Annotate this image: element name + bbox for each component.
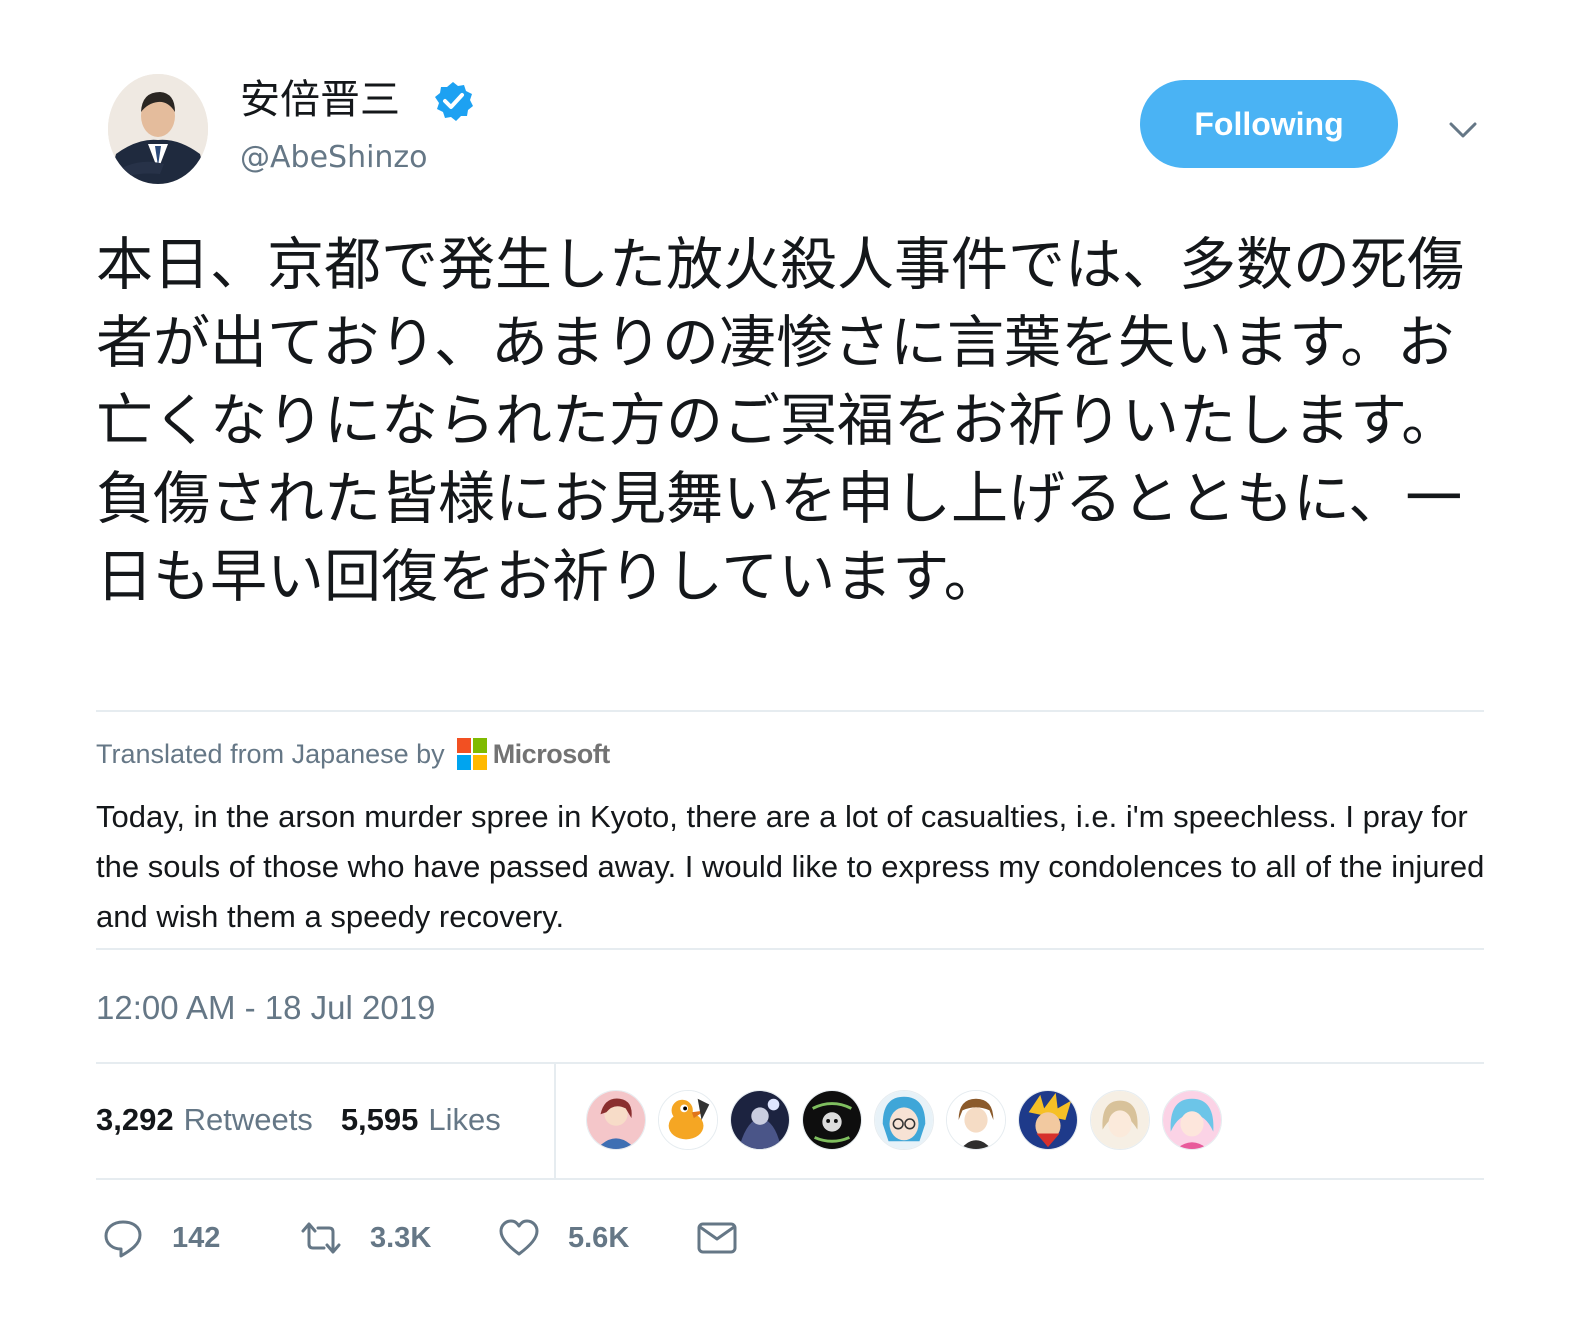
heart-icon — [499, 1219, 539, 1256]
retweets-count: 3,292 — [96, 1102, 174, 1137]
chevron-down-icon[interactable] — [1446, 112, 1480, 146]
retweet-icon — [301, 1222, 341, 1254]
reply-icon — [104, 1220, 142, 1258]
divider — [96, 948, 1484, 950]
liker-avatar[interactable] — [658, 1090, 718, 1150]
retweets-label: Retweets — [183, 1102, 313, 1137]
tweet-text: 本日、京都で発生した放火殺人事件では、多数の死傷者が出ており、あまりの凄惨さに言… — [96, 232, 1464, 610]
translated-text: Today, in the arson murder spree in Kyot… — [96, 799, 1485, 934]
profile-avatar[interactable] — [108, 74, 208, 184]
liker-avatar[interactable] — [946, 1090, 1006, 1150]
following-button[interactable]: Following — [1140, 80, 1398, 168]
envelope-icon — [697, 1222, 737, 1254]
reply-count: 142 — [172, 1221, 221, 1254]
liker-avatar[interactable] — [802, 1090, 862, 1150]
translation-provider: Microsoft — [492, 738, 611, 769]
retweet-count: 3.3K — [370, 1221, 432, 1254]
verified-badge-icon — [432, 80, 474, 122]
tweet-timestamp[interactable]: 12:00 AM - 18 Jul 2019 — [96, 986, 435, 1030]
like-action[interactable]: 5.6K — [498, 1214, 629, 1262]
liker-avatar[interactable] — [1162, 1090, 1222, 1150]
liker-avatar[interactable] — [730, 1090, 790, 1150]
like-count: 5.6K — [568, 1221, 630, 1254]
user-handle[interactable]: @AbeShinzo — [240, 138, 428, 178]
retweets-stat[interactable]: 3,292 Retweets — [96, 1102, 313, 1138]
microsoft-logo-icon — [456, 736, 487, 772]
translation-attribution: Translated from Japanese by Microsoft — [96, 734, 610, 774]
translated-from-label: Translated from Japanese by — [96, 738, 445, 769]
likes-label: Likes — [428, 1102, 501, 1137]
direct-message-action[interactable] — [696, 1214, 738, 1262]
tweet-stats: 3,292 Retweets 5,595 Likes — [96, 1098, 501, 1142]
liker-avatars — [586, 1090, 1234, 1150]
divider — [96, 710, 1484, 712]
liker-avatar[interactable] — [1018, 1090, 1078, 1150]
liker-avatar[interactable] — [586, 1090, 646, 1150]
likes-stat[interactable]: 5,595 Likes — [341, 1102, 501, 1138]
reply-action[interactable]: 142 — [102, 1214, 220, 1262]
liker-avatar[interactable] — [1090, 1090, 1150, 1150]
divider — [96, 1178, 1484, 1180]
retweet-action[interactable]: 3.3K — [300, 1214, 431, 1262]
display-name[interactable]: 安倍晋三 — [240, 74, 400, 126]
liker-avatar[interactable] — [874, 1090, 934, 1150]
likes-count: 5,595 — [340, 1102, 419, 1137]
stats-separator — [554, 1064, 556, 1178]
divider — [96, 1062, 1484, 1064]
